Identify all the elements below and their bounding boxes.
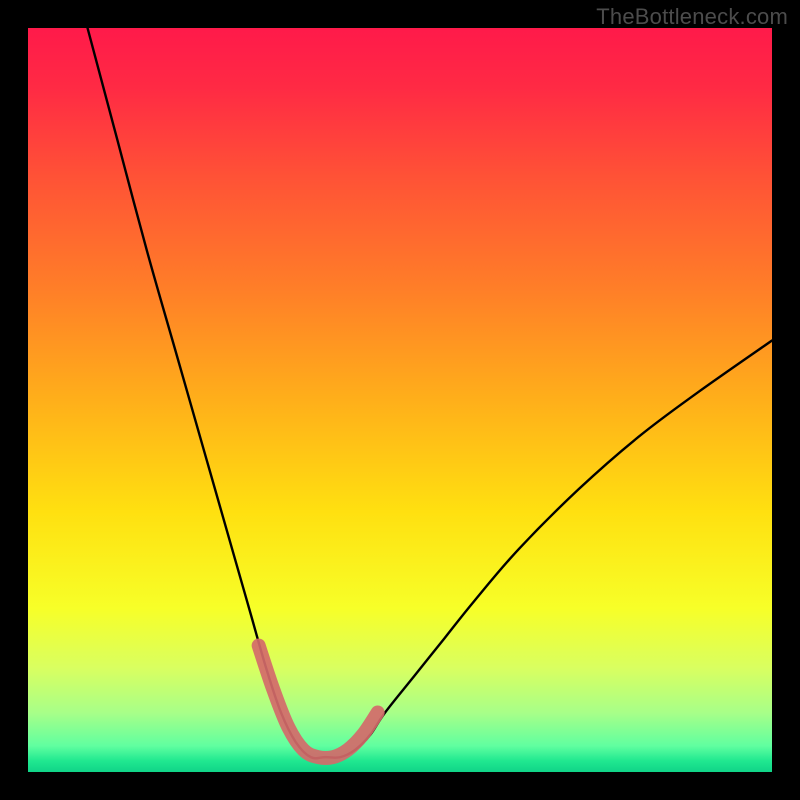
watermark-text: TheBottleneck.com xyxy=(596,4,788,30)
sweet-spot-highlight xyxy=(259,646,378,759)
curve-layer xyxy=(28,28,772,772)
chart-frame: TheBottleneck.com xyxy=(0,0,800,800)
plot-area xyxy=(28,28,772,772)
bottleneck-curve xyxy=(88,28,772,758)
